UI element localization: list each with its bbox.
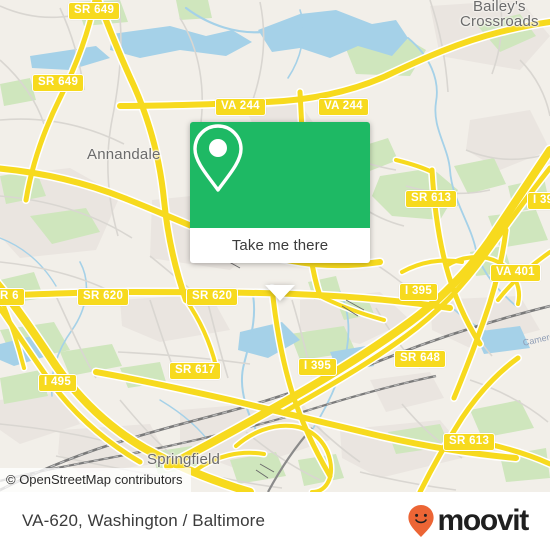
road-shield-va-244-west[interactable]: VA 244 [215, 98, 266, 116]
road-shield-va-401[interactable]: VA 401 [490, 264, 541, 282]
moovit-map-screenshot: Bailey's Crossroads Annandale Springfiel… [0, 0, 550, 550]
popup-tail [265, 285, 295, 301]
moovit-wordmark: moovit [437, 504, 529, 537]
take-me-there-label: Take me there [231, 237, 329, 254]
road-shield-sr-613-north[interactable]: SR 613 [405, 190, 458, 208]
moovit-smiley-pin-icon [408, 505, 435, 537]
osm-attribution[interactable]: © OpenStreetMap contributors [0, 468, 191, 492]
popup-action-area[interactable]: Take me there [190, 228, 370, 263]
road-shield-sr-617[interactable]: SR 617 [169, 362, 222, 380]
road-shield-sr-649-north[interactable]: SR 649 [68, 2, 121, 20]
road-shield-va-244-east[interactable]: VA 244 [318, 98, 369, 116]
road-shield-sr-620-west[interactable]: SR 620 [77, 288, 130, 306]
footer-bar: VA-620, Washington / Baltimore moovit [0, 492, 550, 550]
location-pin-icon [193, 124, 243, 192]
road-shield-i-395-edge[interactable]: I 39 [527, 192, 550, 210]
map-canvas[interactable]: Bailey's Crossroads Annandale Springfiel… [0, 0, 550, 492]
moovit-brand-logo[interactable]: moovit [407, 504, 529, 538]
road-shield-sr-649-west[interactable]: SR 649 [32, 74, 85, 92]
road-shield-sr-648[interactable]: SR 648 [394, 350, 447, 368]
road-shield-i-495[interactable]: I 495 [38, 374, 78, 392]
road-shield-sr-620-center[interactable]: SR 620 [186, 288, 239, 306]
road-shield-sr-620-edge[interactable]: SR 6 [0, 288, 25, 306]
footer-location-title: VA-620, Washington / Baltimore [22, 511, 266, 530]
popup-image-area [190, 122, 370, 228]
road-shield-i-395-east[interactable]: I 395 [399, 283, 439, 301]
destination-popup-card[interactable]: Take me there [190, 122, 370, 301]
road-shield-i-395-south[interactable]: I 395 [298, 358, 338, 376]
road-shield-sr-613-south[interactable]: SR 613 [443, 433, 496, 451]
